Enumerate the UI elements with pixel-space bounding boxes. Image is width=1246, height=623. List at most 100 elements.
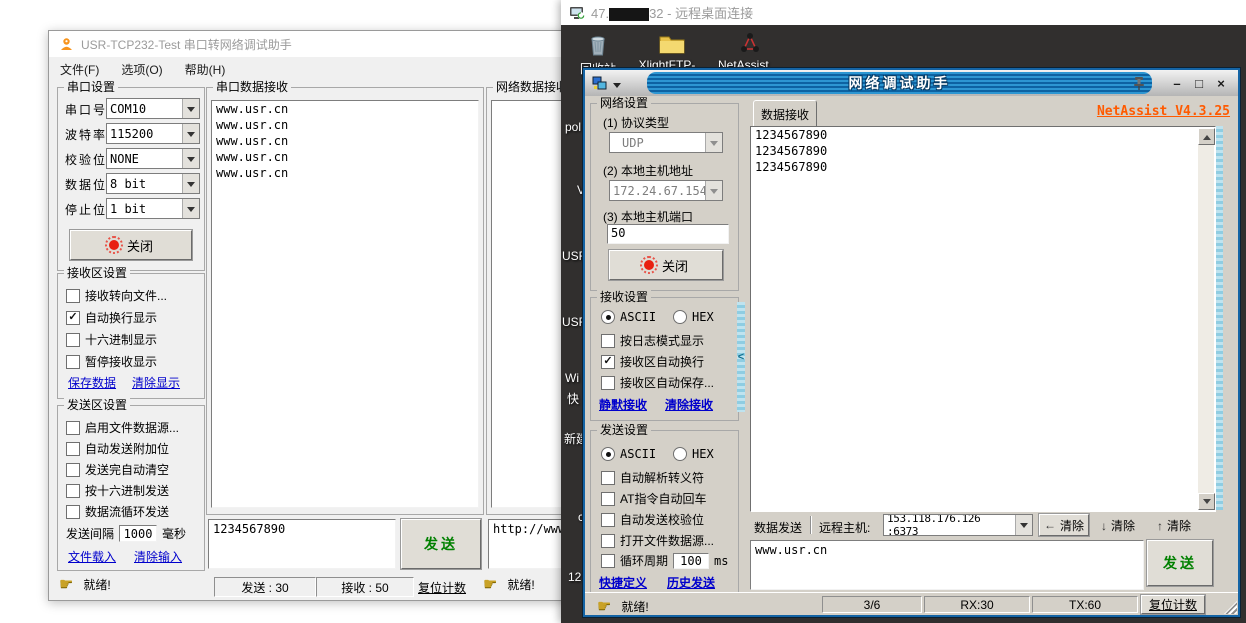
maximize-button[interactable]: □	[1191, 75, 1207, 91]
cycle-input[interactable]: 100	[673, 553, 709, 569]
partial-desktop-label[interactable]: 12	[568, 570, 581, 584]
chevron-down-icon[interactable]	[1015, 515, 1032, 535]
minimize-button[interactable]: –	[1169, 75, 1185, 91]
checkbox-clear-after-send[interactable]: 发送完自动清空	[66, 461, 169, 478]
clear-down-button[interactable]: ↓ 清除	[1101, 517, 1135, 534]
scroll-up-button[interactable]	[1198, 128, 1215, 145]
clear-recv-link[interactable]: 清除接收	[665, 396, 713, 413]
na-reset-count-button[interactable]: 复位计数	[1141, 595, 1205, 614]
local-port-input[interactable]: 50	[607, 224, 729, 244]
serial-recv-area[interactable]: www.usr.cn www.usr.cn www.usr.cn www.usr…	[211, 100, 479, 508]
close-button[interactable]: ×	[1213, 75, 1229, 91]
silent-recv-link[interactable]: 静默接收	[599, 396, 647, 413]
radio-icon[interactable]	[601, 310, 615, 324]
protocol-select[interactable]: UDP	[609, 132, 723, 153]
parity-select[interactable]: NONE	[106, 148, 200, 169]
databits-select[interactable]: 8 bit	[106, 173, 200, 194]
checkbox-log-mode[interactable]: 按日志模式显示	[601, 332, 704, 349]
checkbox-icon[interactable]	[601, 376, 615, 390]
checkbox-parse-escape[interactable]: 自动解析转义符	[601, 469, 704, 486]
na-recv-area[interactable]: 1234567890 1234567890 1234567890	[750, 126, 1216, 512]
netassist-close-connection-button[interactable]: 关闭	[609, 250, 723, 280]
menu-options[interactable]: 选项(O)	[110, 61, 173, 78]
chevron-down-icon[interactable]	[182, 99, 199, 118]
desktop-icon-xlightftp[interactable]: XlightFTP-...	[637, 33, 707, 72]
resize-grip[interactable]	[1224, 601, 1237, 614]
checkbox-recv-save[interactable]: 接收区自动保存...	[601, 374, 714, 391]
clear-up-button[interactable]: ↑ 清除	[1157, 517, 1191, 534]
quick-define-link[interactable]: 快捷定义	[599, 574, 647, 591]
radio-icon[interactable]	[601, 447, 615, 461]
reset-count-link[interactable]: 复位计数	[418, 579, 466, 596]
scrollbar[interactable]	[1198, 128, 1214, 510]
right-splitter[interactable]	[1216, 126, 1223, 510]
local-host-select[interactable]: 172.24.67.154	[609, 180, 723, 201]
chevron-down-icon[interactable]	[182, 174, 199, 193]
radio-recv-hex[interactable]: HEX	[673, 310, 714, 324]
checkbox-open-file-source[interactable]: 打开文件数据源...	[601, 532, 714, 549]
serial-send-button[interactable]: 发送	[401, 519, 481, 569]
checkbox-icon[interactable]	[601, 471, 615, 485]
serial-close-button[interactable]: 关闭	[70, 230, 192, 260]
checkbox-pause-recv[interactable]: 暂停接收显示	[66, 353, 157, 370]
checkbox-icon[interactable]	[601, 513, 615, 527]
checkbox-auto-checksum[interactable]: 自动发送校验位	[601, 511, 704, 528]
chevron-down-icon[interactable]	[705, 133, 722, 152]
interval-input[interactable]: 1000	[119, 525, 157, 542]
remote-host-select[interactable]: 153.118.176.126 :6373	[883, 514, 1033, 536]
radio-send-hex[interactable]: HEX	[673, 447, 714, 461]
clear-send-button[interactable]: ← 清除	[1039, 514, 1089, 536]
checkbox-icon[interactable]	[601, 355, 615, 369]
stopbits-select[interactable]: 1 bit	[106, 198, 200, 219]
menu-help[interactable]: 帮助(H)	[174, 61, 237, 78]
panel-splitter[interactable]: <	[737, 302, 745, 412]
na-send-input[interactable]: www.usr.cn	[750, 540, 1144, 590]
radio-icon[interactable]	[673, 447, 687, 461]
checkbox-icon[interactable]	[66, 442, 80, 456]
checkbox-icon[interactable]	[66, 505, 80, 519]
netassist-menu-icon[interactable]	[592, 75, 608, 91]
serial-send-input[interactable]: 1234567890	[208, 519, 396, 569]
checkbox-icon[interactable]	[601, 534, 615, 548]
com-port-select[interactable]: COM10	[106, 98, 200, 119]
usr-titlebar[interactable]: USR-TCP232-Test 串口转网络调试助手	[49, 31, 609, 57]
save-data-link[interactable]: 保存数据	[68, 374, 116, 391]
checkbox-auto-append[interactable]: 自动发送附加位	[66, 440, 169, 457]
version-link[interactable]: NetAssist V4.3.25	[1097, 104, 1230, 119]
pin-icon[interactable]	[1131, 74, 1149, 92]
checkbox-icon[interactable]	[66, 421, 80, 435]
checkbox-cycle-send[interactable]: 循环周期 100 ms	[601, 552, 728, 569]
tab-data-receive[interactable]: 数据接收	[753, 100, 817, 128]
chevron-down-icon[interactable]	[182, 149, 199, 168]
checkbox-loop-send[interactable]: 数据流循环发送	[66, 503, 169, 520]
clear-display-link[interactable]: 清除显示	[132, 374, 180, 391]
checkbox-icon[interactable]	[66, 355, 80, 369]
checkbox-recv-to-file[interactable]: 接收转向文件...	[66, 287, 167, 304]
history-send-link[interactable]: 历史发送	[667, 574, 715, 591]
load-file-link[interactable]: 文件载入	[68, 548, 116, 565]
desktop-icon-netassist[interactable]: NetAssist....	[714, 31, 786, 72]
checkbox-icon[interactable]	[601, 492, 615, 506]
checkbox-icon[interactable]	[601, 554, 615, 568]
scroll-down-button[interactable]	[1198, 493, 1215, 510]
chevron-down-icon[interactable]	[182, 199, 199, 218]
checkbox-icon[interactable]	[601, 334, 615, 348]
checkbox-file-source[interactable]: 启用文件数据源...	[66, 419, 179, 436]
radio-send-ascii[interactable]: ASCII	[601, 447, 656, 461]
checkbox-at-cr[interactable]: AT指令自动回车	[601, 490, 706, 507]
checkbox-auto-wrap[interactable]: 自动换行显示	[66, 309, 157, 326]
radio-icon[interactable]	[673, 310, 687, 324]
chevron-down-icon[interactable]	[613, 83, 621, 92]
checkbox-icon[interactable]	[66, 311, 80, 325]
checkbox-icon[interactable]	[66, 484, 80, 498]
baudrate-select[interactable]: 115200	[106, 123, 200, 144]
clear-input-link[interactable]: 清除输入	[134, 548, 182, 565]
checkbox-send-hex[interactable]: 按十六进制发送	[66, 482, 169, 499]
na-send-button[interactable]: 发送	[1147, 540, 1213, 586]
partial-desktop-label[interactable]: 快	[567, 390, 579, 407]
chevron-down-icon[interactable]	[182, 124, 199, 143]
menu-file[interactable]: 文件(F)	[49, 61, 110, 78]
radio-recv-ascii[interactable]: ASCII	[601, 310, 656, 324]
checkbox-icon[interactable]	[66, 289, 80, 303]
partial-desktop-label[interactable]: pol	[565, 120, 581, 134]
